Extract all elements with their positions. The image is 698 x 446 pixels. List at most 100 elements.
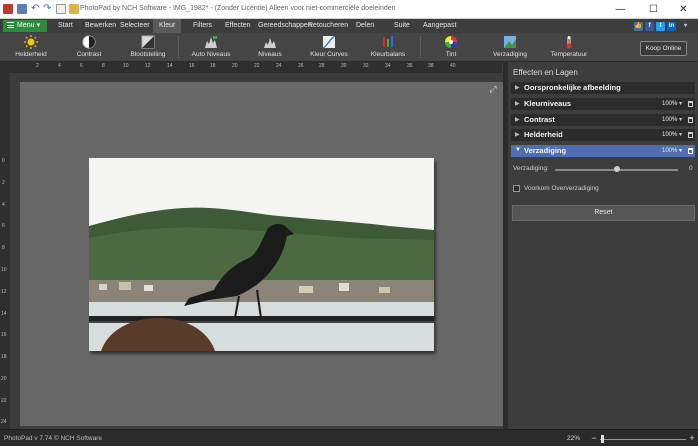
- minimize-button[interactable]: —: [605, 0, 636, 19]
- opacity-dropdown-icon[interactable]: ▾: [679, 100, 682, 107]
- ruler-label: 22: [1, 398, 7, 404]
- ruler-label: 14: [167, 63, 173, 69]
- layer-row-contrast[interactable]: ▶ Contrast 100% ▾: [511, 114, 695, 126]
- temperature-button[interactable]: Temperatuur: [548, 35, 590, 58]
- zoom-slider[interactable]: [600, 439, 686, 440]
- expand-arrow-icon[interactable]: ▶: [515, 100, 520, 107]
- contrast-button[interactable]: Contrast: [73, 35, 105, 58]
- ruler-label: 6: [2, 223, 5, 229]
- layer-row-kleurniveaus[interactable]: ▶ Kleurniveaus 100% ▾: [511, 98, 695, 110]
- thumbs-up-icon[interactable]: 👍: [634, 22, 643, 31]
- hamburger-icon: [7, 22, 14, 28]
- ruler-label: 24: [276, 63, 282, 69]
- brightness-button[interactable]: Helderheid: [14, 35, 48, 58]
- layer-row-helderheid[interactable]: ▶ Helderheid 100% ▾: [511, 129, 695, 141]
- opacity-dropdown-icon[interactable]: ▾: [679, 116, 682, 123]
- collapse-arrow-icon[interactable]: ▼: [515, 147, 521, 153]
- color-balance-icon: [383, 36, 393, 47]
- layer-opacity[interactable]: 100%: [662, 101, 677, 107]
- linkedin-icon[interactable]: in: [667, 22, 676, 31]
- tab-effecten[interactable]: Effecten: [225, 19, 251, 33]
- color-balance-button[interactable]: Kleurbalans: [370, 35, 406, 58]
- buy-online-button[interactable]: Koop Online: [640, 41, 687, 56]
- zoom-level[interactable]: 22%: [567, 435, 580, 442]
- ruler-label: 36: [407, 63, 413, 69]
- main-menu-button[interactable]: Menu ▾: [3, 20, 47, 32]
- layer-row-verzadiging[interactable]: ▼ Verzadiging 100% ▾: [511, 145, 695, 157]
- ruler-top: 2 4 6 8 10 12 14 16 18 20 22 24 26 28 30…: [10, 62, 502, 73]
- tab-bewerken[interactable]: Bewerken: [85, 19, 116, 33]
- tab-start[interactable]: Start: [58, 19, 73, 33]
- layer-opacity[interactable]: 100%: [662, 117, 677, 123]
- undo-icon[interactable]: ↶: [31, 4, 41, 14]
- curves-icon: [322, 35, 336, 49]
- ruler-label: 32: [363, 63, 369, 69]
- delete-layer-icon[interactable]: [688, 117, 693, 123]
- twitter-icon[interactable]: t: [656, 22, 665, 31]
- ruler-label: 38: [428, 63, 434, 69]
- saturation-value: 0: [689, 165, 693, 172]
- auto-levels-label: Auto Niveaus: [191, 51, 231, 58]
- prevent-oversaturation-label: Voorkom Oververzadiging: [524, 185, 599, 192]
- fullscreen-expand-icon[interactable]: ⤢: [488, 84, 498, 94]
- levels-button[interactable]: Niveaus: [256, 35, 284, 58]
- ruler-label: 34: [385, 63, 391, 69]
- layer-row-original[interactable]: ▶ Oorspronkelijke afbeelding: [511, 82, 695, 94]
- auto-levels-button[interactable]: Auto Niveaus: [190, 35, 232, 58]
- tab-selecteer[interactable]: Selecteer: [120, 19, 150, 33]
- facebook-icon[interactable]: f: [645, 22, 654, 31]
- copy-icon[interactable]: [56, 4, 66, 14]
- opacity-dropdown-icon[interactable]: ▾: [679, 147, 682, 154]
- help-icon[interactable]: ▾: [681, 22, 690, 31]
- layer-name: Helderheid: [524, 130, 563, 139]
- crow-photo-image: [89, 158, 434, 351]
- maximize-button[interactable]: ☐: [638, 0, 669, 19]
- expand-arrow-icon[interactable]: ▶: [515, 84, 520, 91]
- curves-button[interactable]: Kleur Curves: [310, 35, 348, 58]
- saturation-slider-knob[interactable]: [613, 166, 620, 172]
- contrast-label: Contrast: [76, 51, 102, 58]
- prevent-oversaturation-checkbox[interactable]: [513, 185, 520, 192]
- ruler-label: 16: [189, 63, 195, 69]
- effects-layers-panel: Effecten en Lagen ▶ Oorspronkelijke afbe…: [508, 62, 698, 429]
- ribbon-toolbar: Helderheid Contrast Blootstelling Auto N…: [0, 33, 698, 62]
- delete-layer-icon[interactable]: [688, 148, 693, 154]
- redo-icon[interactable]: ↷: [43, 4, 53, 14]
- zoom-slider-knob[interactable]: [601, 435, 604, 443]
- thermometer-icon: [566, 36, 572, 49]
- tab-kleur[interactable]: Kleur: [153, 19, 182, 33]
- saturation-button[interactable]: Verzadiging: [492, 35, 528, 58]
- exposure-label: Blootstelling: [130, 51, 166, 58]
- tab-filters[interactable]: Filters: [193, 19, 212, 33]
- layer-opacity[interactable]: 100%: [662, 132, 677, 138]
- edited-photo[interactable]: [89, 158, 434, 351]
- reset-button[interactable]: Reset: [512, 205, 695, 221]
- ruler-label: 12: [1, 289, 7, 295]
- zoom-in-button[interactable]: +: [688, 433, 696, 443]
- brightness-label: Helderheid: [15, 51, 47, 58]
- exposure-button[interactable]: Blootstelling: [128, 35, 168, 58]
- tab-retoucheren[interactable]: Retoucheren: [308, 19, 348, 33]
- layer-name: Contrast: [524, 115, 555, 124]
- ruler-label: 10: [123, 63, 129, 69]
- save-icon[interactable]: [17, 4, 27, 14]
- paste-icon[interactable]: [69, 4, 79, 14]
- tab-gereedschappen[interactable]: Gereedschappen: [258, 19, 312, 33]
- hue-label: Tint: [445, 51, 457, 58]
- expand-arrow-icon[interactable]: ▶: [515, 131, 520, 138]
- expand-arrow-icon[interactable]: ▶: [515, 116, 520, 123]
- saturation-icon: [504, 36, 516, 48]
- main-menu-label: Menu: [17, 22, 35, 29]
- zoom-out-button[interactable]: −: [590, 433, 598, 443]
- opacity-dropdown-icon[interactable]: ▾: [679, 131, 682, 138]
- close-button[interactable]: ✕: [668, 0, 698, 19]
- tab-suite[interactable]: Suite: [394, 19, 410, 33]
- layer-name: Verzadiging: [524, 146, 567, 155]
- tab-aangepast[interactable]: Aangepast: [423, 19, 456, 33]
- tab-delen[interactable]: Delen: [356, 19, 374, 33]
- delete-layer-icon[interactable]: [688, 101, 693, 107]
- delete-layer-icon[interactable]: [688, 132, 693, 138]
- hue-button[interactable]: Tint: [440, 35, 462, 58]
- layer-opacity[interactable]: 100%: [662, 148, 677, 154]
- layer-name: Oorspronkelijke afbeelding: [524, 83, 621, 92]
